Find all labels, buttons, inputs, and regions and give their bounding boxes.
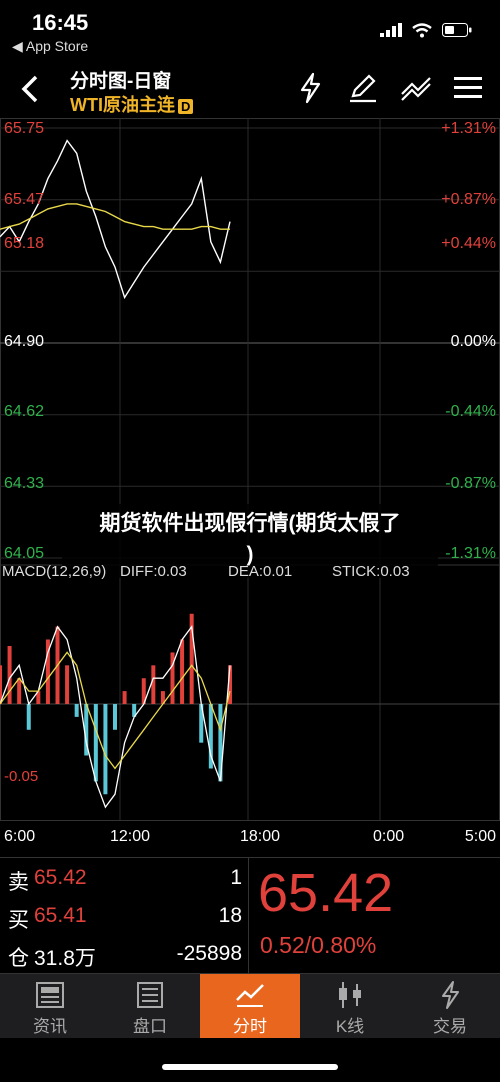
buy-price: 65.41 (34, 904, 87, 927)
timeshare-icon (236, 984, 264, 1007)
news-icon (36, 982, 64, 1008)
macd-label: MACD(12,26,9) (2, 563, 107, 580)
oi-value: 31.8万 (34, 947, 96, 970)
macd-dea: DEA:0.01 (228, 563, 293, 580)
price-label-7: 64.05 (4, 545, 45, 562)
tab-news-label: 资讯 (33, 1017, 67, 1036)
time-label-5: 5:00 (464, 828, 496, 845)
price-label-1: 65.75 (4, 120, 45, 137)
price-change: 0.52/0.80% (260, 932, 377, 958)
sell-price: 65.42 (34, 866, 87, 889)
pen-icon[interactable] (345, 70, 381, 106)
tab-timeshare[interactable]: 分时 (200, 974, 300, 1038)
trade-icon (442, 981, 459, 1009)
time-label-2: 12:00 (110, 828, 151, 845)
page-title: 分时图-日窗 (70, 71, 172, 92)
instrument-label: WTI原油主连 (70, 95, 175, 115)
buy-qty: 18 (218, 904, 242, 927)
price-label-4: 64.90 (4, 333, 45, 350)
macd-legend: MACD(12,26,9) DIFF:0.03 DEA:0.01 STICK:0… (2, 563, 498, 581)
instrument-name: WTI原油主连 D (70, 91, 194, 117)
buy-label: 买 (8, 909, 29, 932)
battery-icon (442, 22, 472, 37)
status-bar: 16:45 ◀ App Store (0, 0, 500, 60)
price-label-2: 65.47 (4, 191, 45, 208)
sell-qty: 1 (230, 866, 242, 889)
price-label-3: 65.18 (4, 235, 45, 252)
macd-stick: STICK:0.03 (332, 563, 410, 580)
last-price: 65.42 (258, 863, 394, 923)
time-label-1: 6:00 (4, 828, 36, 845)
tab-kline-label: K线 (335, 1017, 365, 1036)
menu-icon[interactable] (450, 70, 486, 106)
pct-label-4: 0.00% (450, 333, 496, 350)
pct-label-2: +0.87% (441, 191, 496, 208)
instrument-badge: D (178, 98, 194, 114)
pct-label-3: +0.44% (441, 235, 496, 252)
tab-news[interactable]: 资讯 (0, 974, 100, 1038)
pct-label-1: +1.31% (441, 120, 496, 137)
orderbook-icon (137, 982, 163, 1008)
wifi-icon (412, 22, 432, 37)
pct-label-5: -0.44% (445, 403, 496, 420)
time-label-4: 0:00 (373, 828, 405, 845)
buy-row[interactable]: 买 65.41 18 (8, 904, 244, 940)
oi-change: -25898 (176, 942, 242, 965)
tab-orderbook[interactable]: 盘口 (100, 974, 200, 1038)
oi-label: 仓 (8, 947, 29, 970)
signal-icon (380, 23, 402, 37)
price-line (0, 139, 231, 300)
status-time: 16:45 (32, 10, 89, 35)
trend-icon[interactable] (398, 70, 434, 106)
price-label-5: 64.62 (4, 403, 45, 420)
intraday-chart[interactable] (0, 118, 500, 854)
candlestick-icon (339, 982, 361, 1008)
bottom-tab-bar: 资讯 盘口 分时 K线 交易 (0, 973, 500, 1038)
quote-panel: 卖 65.42 1 买 65.41 18 仓 31.8万 -25898 65.4… (0, 857, 500, 973)
order-book-summary: 卖 65.42 1 买 65.41 18 仓 31.8万 -25898 (0, 858, 249, 973)
home-indicator (162, 1064, 338, 1070)
macd-level-low: -0.05 (4, 768, 39, 785)
tab-trade-label: 交易 (433, 1017, 467, 1036)
tab-kline[interactable]: K线 (300, 974, 400, 1038)
pct-label-7: -1.31% (445, 545, 496, 562)
status-icons (380, 20, 472, 40)
header: 分时图-日窗 WTI原油主连 D (0, 60, 500, 118)
pct-label-6: -0.87% (445, 475, 496, 492)
flash-icon[interactable] (292, 70, 328, 106)
macd-diff: DIFF:0.03 (120, 563, 187, 580)
overlay-line-1: 期货软件出现假行情(期货太假了 (99, 512, 401, 535)
sell-row[interactable]: 卖 65.42 1 (8, 866, 244, 902)
tab-orderbook-label: 盘口 (133, 1017, 167, 1036)
chart-canvas (0, 118, 500, 821)
tab-trade[interactable]: 交易 (400, 974, 500, 1038)
tab-timeshare-label: 分时 (233, 1017, 267, 1036)
back-to-app-store[interactable]: ◀ App Store (12, 38, 88, 55)
back-arrow-icon[interactable] (16, 72, 46, 106)
time-label-3: 18:00 (240, 828, 281, 845)
sell-label: 卖 (8, 871, 29, 894)
price-label-6: 64.33 (4, 475, 45, 492)
